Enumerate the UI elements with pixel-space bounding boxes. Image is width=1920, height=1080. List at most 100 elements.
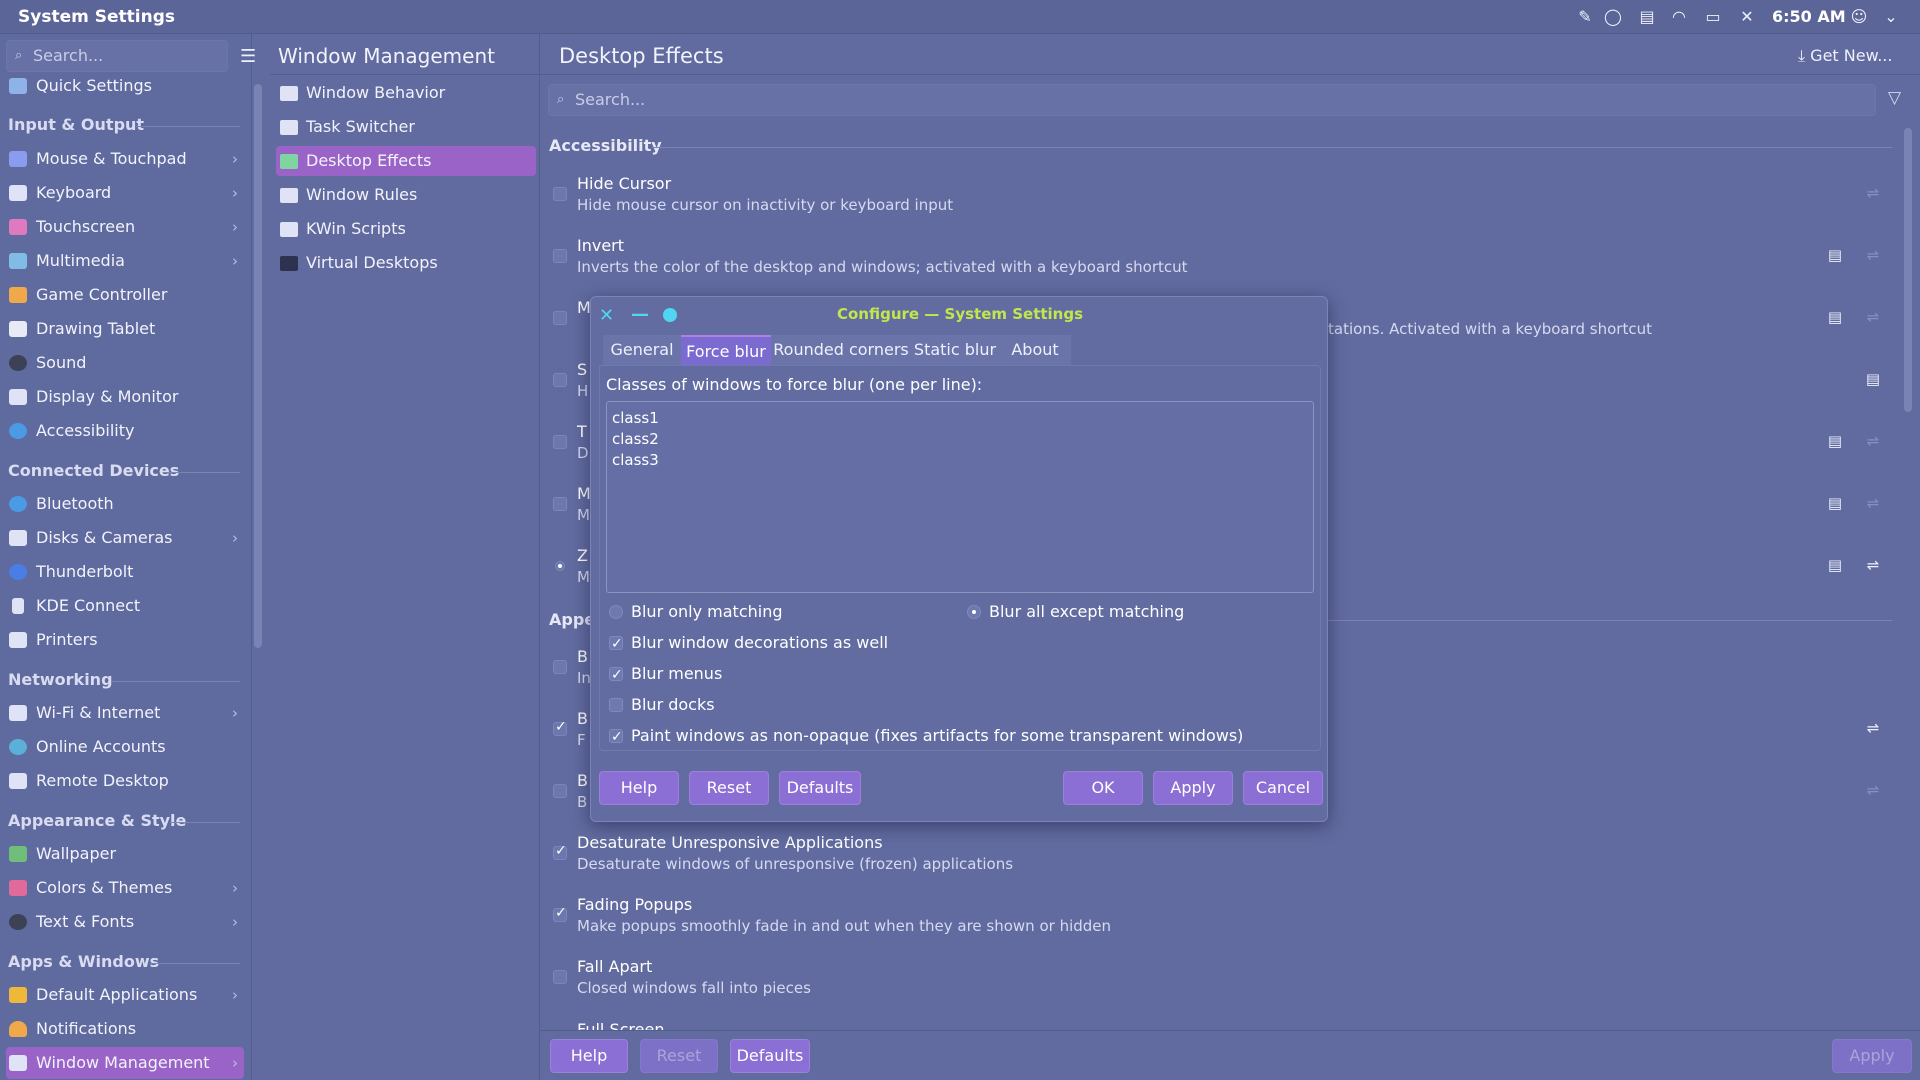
effect-fall-apart-checkbox[interactable] — [553, 970, 567, 984]
wifi-icon[interactable]: ◠ — [1668, 7, 1690, 27]
configure-icon[interactable]: ⇌ — [1864, 308, 1882, 326]
effect-title: Z — [577, 546, 588, 565]
sidebar-item-window-management[interactable]: Window Management › — [6, 1047, 244, 1079]
effect-magnifier-checkbox[interactable] — [553, 311, 567, 325]
bluetooth-icon — [9, 496, 27, 512]
window-classes-textarea[interactable]: class1 class2 class3 — [606, 401, 1314, 593]
tab-about[interactable]: About — [999, 335, 1071, 365]
sidebar-item-remote-desktop[interactable]: Remote Desktop — [6, 765, 244, 797]
effect-app3-checkbox[interactable] — [553, 784, 567, 798]
dialog-reset-button[interactable]: Reset — [689, 771, 769, 805]
sidebar-item-thunderbolt[interactable]: Thunderbolt — [6, 556, 244, 588]
sidebar-item-multimedia[interactable]: Multimedia › — [6, 245, 244, 277]
clock[interactable]: 6:50 AM — [1772, 7, 1846, 26]
sidebar-item-touchscreen[interactable]: Touchscreen › — [6, 211, 244, 243]
reset-button[interactable]: Reset — [640, 1039, 718, 1073]
configure-icon[interactable]: ⇌ — [1864, 432, 1882, 450]
sidebar-item-disks-cameras[interactable]: Disks & Cameras › — [6, 522, 244, 554]
sidebar-item-printers[interactable]: Printers — [6, 624, 244, 656]
circle-icon[interactable]: ◯ — [1602, 7, 1624, 27]
section-header-connected-devices: Connected Devices — [8, 461, 180, 480]
apply-button[interactable]: Apply — [1832, 1039, 1912, 1073]
tab-force-blur[interactable]: Force blur — [681, 335, 771, 365]
sidebar-item-kde-connect[interactable]: KDE Connect — [6, 590, 244, 622]
blur-only-matching-radio[interactable]: Blur only matching — [609, 600, 949, 624]
blur-all-except-matching-radio[interactable]: Blur all except matching — [967, 600, 1307, 624]
sidebar-item-sound[interactable]: Sound — [6, 347, 244, 379]
effects-search-input[interactable]: ⌕ Search... — [548, 84, 1876, 116]
sidebar-search-input[interactable]: ⌕ Search... — [6, 40, 228, 72]
volume-muted-icon[interactable]: ✕ — [1736, 7, 1758, 27]
video-icon[interactable]: ▤ — [1826, 556, 1844, 574]
help-button[interactable]: Help — [550, 1039, 628, 1073]
sidebar-item-colors-themes[interactable]: Colors & Themes › — [6, 872, 244, 904]
effect-desaturate-checkbox[interactable] — [553, 843, 567, 860]
sidebar-scrollbar[interactable] — [254, 84, 262, 648]
sidebar-item-drawing-tablet[interactable]: Drawing Tablet — [6, 313, 244, 345]
blur-decorations-checkbox[interactable]: Blur window decorations as well — [609, 631, 1209, 656]
effect-row4-checkbox[interactable] — [553, 373, 567, 387]
sidebar-item-game-controller[interactable]: Game Controller — [6, 279, 244, 311]
sidebar-item-display-monitor[interactable]: Display & Monitor — [6, 381, 244, 413]
sidebar-item-quick-settings[interactable]: Quick Settings — [6, 70, 244, 102]
video-icon[interactable]: ▤ — [1826, 432, 1844, 450]
configure-icon[interactable]: ⇌ — [1864, 556, 1882, 574]
blur-docks-checkbox[interactable]: Blur docks — [609, 693, 1209, 717]
dialog-ok-button[interactable]: OK — [1063, 771, 1143, 805]
configure-icon[interactable]: ⇌ — [1864, 719, 1882, 737]
tab-rounded-corners[interactable]: Rounded corners — [771, 335, 911, 365]
effect-app2-checkbox[interactable] — [553, 719, 567, 736]
sidebar-item-bluetooth[interactable]: Bluetooth — [6, 488, 244, 520]
video-icon[interactable]: ▤ — [1826, 494, 1844, 512]
subpanel-item-kwin-scripts[interactable]: KWin Scripts — [276, 214, 536, 244]
effect-row5-checkbox[interactable] — [553, 435, 567, 449]
video-icon[interactable]: ▤ — [1864, 370, 1882, 388]
effect-fading-popups-checkbox[interactable] — [553, 905, 567, 922]
chevron-down-icon[interactable]: ⌄ — [1880, 7, 1902, 27]
sidebar-item-keyboard[interactable]: Keyboard › — [6, 177, 244, 209]
defaults-button[interactable]: Defaults — [730, 1039, 810, 1073]
sidebar-item-accessibility[interactable]: Accessibility — [6, 415, 244, 447]
user-icon[interactable]: ☺ — [1848, 7, 1870, 27]
hamburger-menu-icon[interactable]: ☰ — [240, 46, 256, 67]
video-icon[interactable]: ▤ — [1826, 246, 1844, 264]
sidebar-item-wifi-internet[interactable]: Wi-Fi & Internet › — [6, 697, 244, 729]
tab-static-blur[interactable]: Static blur — [911, 335, 999, 365]
pen-icon[interactable]: ✎ — [1574, 7, 1596, 27]
sidebar-item-text-fonts[interactable]: Text & Fonts › — [6, 906, 244, 938]
effect-invert-checkbox[interactable] — [553, 249, 567, 263]
sidebar-item-mouse-touchpad[interactable]: Mouse & Touchpad › — [6, 143, 244, 175]
configure-icon[interactable]: ⇌ — [1864, 184, 1882, 202]
dialog-defaults-button[interactable]: Defaults — [779, 771, 861, 805]
sidebar-item-wallpaper[interactable]: Wallpaper — [6, 838, 244, 870]
effect-description: In — [577, 669, 591, 687]
subpanel-item-virtual-desktops[interactable]: Virtual Desktops — [276, 248, 536, 278]
effect-app1-checkbox[interactable] — [553, 660, 567, 674]
configure-icon[interactable]: ⇌ — [1864, 781, 1882, 799]
sidebar-item-online-accounts[interactable]: Online Accounts — [6, 731, 244, 763]
dialog-cancel-button[interactable]: Cancel — [1243, 771, 1323, 805]
paint-non-opaque-checkbox[interactable]: Paint windows as non-opaque (fixes artif… — [609, 724, 1309, 749]
effect-row6-checkbox[interactable] — [553, 497, 567, 511]
chevron-right-icon: › — [232, 252, 238, 270]
subpanel-item-window-behavior[interactable]: Window Behavior — [276, 78, 536, 108]
subpanel-item-task-switcher[interactable]: Task Switcher — [276, 112, 536, 142]
blur-menus-checkbox[interactable]: Blur menus — [609, 662, 1209, 687]
clipboard-icon[interactable]: ▤ — [1636, 7, 1658, 27]
dialog-help-button[interactable]: Help — [599, 771, 679, 805]
sidebar-item-notifications[interactable]: Notifications — [6, 1013, 244, 1045]
tab-general[interactable]: General — [603, 335, 681, 365]
subpanel-item-desktop-effects[interactable]: Desktop Effects — [276, 146, 536, 176]
sidebar-item-default-applications[interactable]: Default Applications › — [6, 979, 244, 1011]
get-new-button[interactable]: ⤓ Get New... — [1798, 46, 1892, 66]
effect-zoom-radio[interactable] — [555, 561, 565, 571]
filter-icon[interactable]: ▽ — [1888, 88, 1901, 108]
configure-icon[interactable]: ⇌ — [1864, 246, 1882, 264]
battery-icon[interactable]: ▭ — [1702, 7, 1724, 27]
video-icon[interactable]: ▤ — [1826, 308, 1844, 326]
configure-icon[interactable]: ⇌ — [1864, 494, 1882, 512]
effect-hide-cursor-checkbox[interactable] — [553, 187, 567, 201]
main-scrollbar[interactable] — [1904, 128, 1912, 412]
subpanel-item-window-rules[interactable]: Window Rules — [276, 180, 536, 210]
dialog-apply-button[interactable]: Apply — [1153, 771, 1233, 805]
